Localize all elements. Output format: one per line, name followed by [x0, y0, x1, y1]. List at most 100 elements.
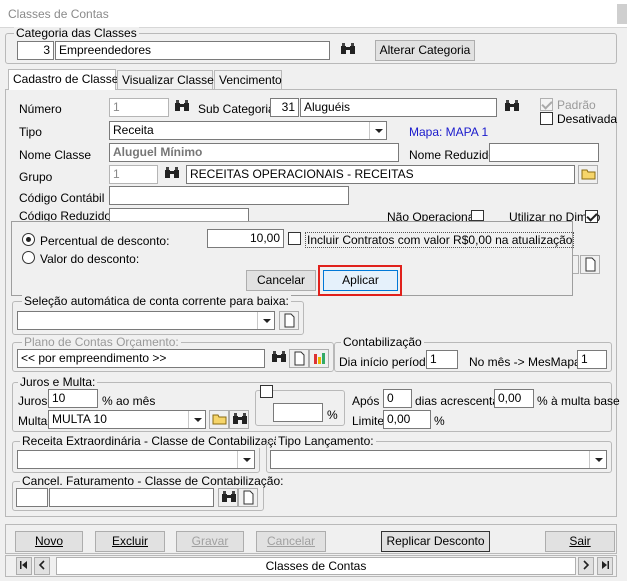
novo-button[interactable]: Novo: [15, 531, 83, 552]
new-doc-icon[interactable]: [238, 488, 258, 507]
binoculars-icon[interactable]: [229, 410, 249, 429]
receita-extra-legend: Receita Extraordinária - Classe de Conta…: [20, 434, 293, 448]
chevron-down-icon[interactable]: [589, 451, 606, 468]
multa-select[interactable]: MULTA 10: [48, 410, 206, 429]
plano-input[interactable]: << por empreendimento >>: [17, 349, 265, 368]
subcat-name-input[interactable]: Aluguéis: [300, 98, 497, 117]
multa-maxima-input[interactable]: [273, 403, 323, 422]
alterar-categoria-button[interactable]: Alterar Categoria: [375, 40, 475, 61]
cancelar-label: Cancelar: [266, 534, 316, 548]
folder-icon[interactable]: [578, 165, 598, 184]
chevron-left-icon: [38, 560, 45, 570]
dia-input[interactable]: 1: [426, 350, 458, 369]
nome-classe-input[interactable]: Aluguel Mínimo: [109, 143, 399, 162]
tipo-value: Receita: [113, 123, 154, 137]
binoculars-icon[interactable]: [269, 349, 289, 368]
tipo-lanc-select[interactable]: [270, 450, 607, 469]
padrao-checkbox[interactable]: [540, 98, 553, 111]
first-record-button[interactable]: [16, 557, 32, 575]
juros-input[interactable]: 10: [48, 389, 98, 408]
pct-label: %: [327, 408, 338, 422]
popup-apply-button[interactable]: Aplicar: [323, 270, 398, 291]
prev-record-button[interactable]: [34, 557, 50, 575]
selecao-select[interactable]: [17, 311, 275, 330]
dia-label: Dia início período: [339, 355, 433, 369]
mapa-label: Mapa: MAPA 1: [409, 125, 489, 139]
new-doc-icon[interactable]: [279, 311, 299, 330]
base-label: % à multa base: [537, 394, 620, 408]
limite-input[interactable]: 0,00: [383, 410, 431, 429]
chevron-down-icon[interactable]: [257, 312, 274, 329]
folder-icon[interactable]: [209, 410, 229, 429]
nome-classe-label: Nome Classe: [19, 148, 92, 162]
dimob-checkbox[interactable]: [585, 210, 598, 223]
tipo-label: Tipo: [19, 125, 42, 139]
binoculars-icon[interactable]: [338, 41, 358, 60]
valor-radio[interactable]: [22, 251, 35, 264]
tab-visualizar[interactable]: Visualizar Classes: [117, 70, 220, 90]
popup-cancel-button[interactable]: Cancelar: [246, 270, 316, 291]
percentual-radio[interactable]: [22, 233, 35, 246]
new-doc-icon[interactable]: [289, 349, 309, 368]
receita-extra-select[interactable]: [17, 450, 255, 469]
new-doc-icon[interactable]: [580, 255, 600, 274]
cancel-fat-code-input[interactable]: [16, 488, 48, 507]
dias-input[interactable]: 0,00: [494, 389, 534, 408]
subcat-label: Sub Categoria: [198, 102, 275, 116]
codigo-contabil-input[interactable]: [109, 186, 349, 205]
last-record-button[interactable]: [597, 557, 613, 575]
binoculars-icon[interactable]: [172, 98, 192, 117]
multa-maxima-checkbox[interactable]: [260, 385, 273, 398]
chevron-down-icon[interactable]: [188, 411, 205, 428]
numero-label: Número: [19, 102, 62, 116]
tipo-select[interactable]: Receita: [109, 121, 387, 140]
nome-reduzido-input[interactable]: [489, 143, 599, 162]
grupo-name-input[interactable]: RECEITAS OPERACIONAIS - RECEITAS: [186, 165, 575, 184]
numero-input[interactable]: 1: [109, 98, 169, 117]
replicar-desconto-button[interactable]: Replicar Desconto: [381, 531, 490, 552]
cancelar-button[interactable]: Cancelar: [256, 531, 326, 552]
scroll-edge: [617, 4, 627, 24]
nao-operacional-checkbox[interactable]: [471, 210, 484, 221]
padrao-label: Padrão: [557, 98, 596, 112]
window-title: Classes de Contas: [8, 7, 109, 21]
multa-label: Multa: [18, 414, 48, 428]
grupo-code-input[interactable]: 1: [109, 165, 158, 184]
limite-pct-label: %: [434, 414, 445, 428]
apos-label: Após: [352, 394, 380, 408]
chevron-down-icon[interactable]: [237, 451, 254, 468]
desconto-value-input[interactable]: 10,00: [207, 229, 284, 248]
gravar-button[interactable]: Gravar: [176, 531, 244, 552]
sair-label: Sair: [569, 534, 591, 548]
ao-mes-label: % ao mês: [102, 394, 156, 408]
codigo-reduzido-label: Código Reduzido: [19, 209, 112, 221]
tools-icon[interactable]: [309, 349, 329, 368]
grupo-label: Grupo: [19, 170, 53, 184]
codigo-reduzido-input[interactable]: [109, 208, 249, 222]
limite-label: Limite: [352, 414, 385, 428]
title-bar: Classes de Contas: [0, 0, 627, 28]
nav-label: Classes de Contas: [56, 557, 576, 575]
categoria-name-input[interactable]: Empreendedores: [55, 41, 330, 60]
binoculars-icon[interactable]: [502, 98, 522, 117]
desativada-checkbox[interactable]: [540, 112, 553, 125]
valor-label: Valor do desconto:: [40, 252, 140, 266]
next-record-button[interactable]: [578, 557, 594, 575]
cancel-fat-name-input[interactable]: [49, 488, 214, 507]
contab-legend: Contabilização: [341, 335, 424, 349]
chevron-down-icon[interactable]: [369, 122, 386, 139]
excluir-button[interactable]: Excluir: [95, 531, 165, 552]
mes-label: No mês -> MesMapa+: [469, 355, 588, 369]
sair-button[interactable]: Sair: [545, 531, 615, 552]
categoria-legend: Categoria das Classes: [14, 26, 139, 40]
incluir-checkbox[interactable]: [288, 232, 301, 245]
binoculars-icon[interactable]: [218, 488, 238, 507]
subcat-code-input[interactable]: 31: [270, 98, 299, 117]
tab-vencimento[interactable]: Vencimento: [214, 70, 282, 90]
apos-input[interactable]: 0: [383, 389, 412, 408]
binoculars-icon[interactable]: [162, 165, 182, 184]
mes-input[interactable]: 1: [577, 350, 607, 369]
categoria-code-input[interactable]: 3: [17, 41, 54, 60]
incluir-label: Incluir Contratos com valor R$0,00 na at…: [305, 232, 575, 248]
excluir-label: Excluir: [111, 534, 148, 548]
